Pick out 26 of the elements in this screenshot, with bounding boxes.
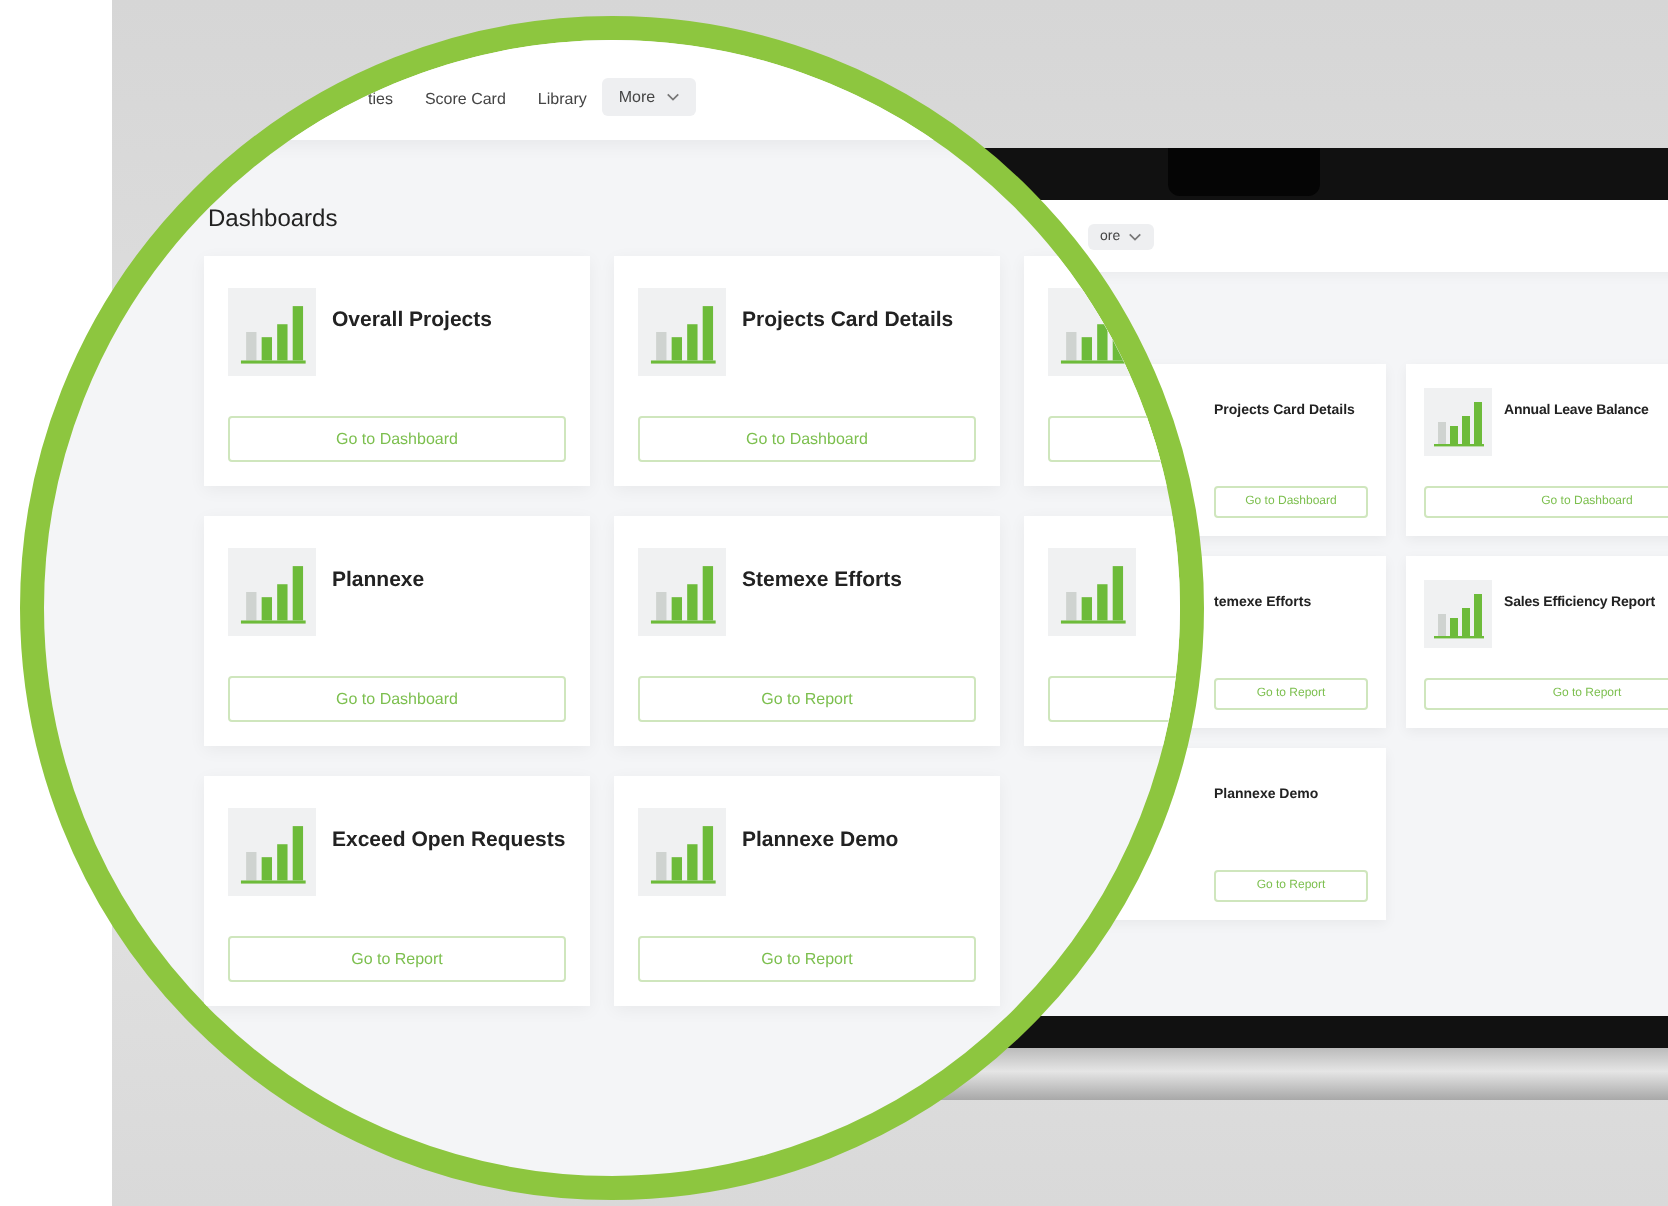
bar-chart-icon: [1424, 388, 1492, 456]
bar-chart-icon: [228, 548, 316, 636]
nav-item[interactable]: Library: [533, 82, 591, 116]
card-link-button[interactable]: Go to Dashboard: [228, 676, 566, 722]
card-link-button[interactable]: Go to Dashboard: [228, 416, 566, 462]
bar-chart-icon: [1048, 548, 1136, 636]
card-title: Projects Card Details: [742, 306, 954, 336]
nav-item[interactable]: ties: [364, 82, 397, 116]
card-link-button[interactable]: Go to Report: [228, 936, 566, 982]
page-heading: Dashboards: [208, 204, 338, 232]
bar-chart-icon: [638, 548, 726, 636]
card-title: Overall Projects: [332, 306, 492, 336]
card-title: Stemexe Efforts: [742, 566, 902, 596]
card-title: Exceed Open Requests: [332, 826, 566, 856]
card-link-button[interactable]: Go to Dashboard: [638, 416, 976, 462]
card-link-button[interactable]: Go to Report: [638, 676, 976, 722]
nav-item[interactable]: Score Card: [420, 82, 510, 116]
bar-chart-icon: [638, 808, 726, 896]
card-title: Plannexe: [332, 566, 425, 596]
bar-chart-icon: [1424, 580, 1492, 648]
bar-chart-icon: [228, 808, 316, 896]
bar-chart-icon: [228, 288, 316, 376]
bar-chart-icon: [638, 288, 726, 376]
card-link-button[interactable]: Go to Report: [638, 936, 976, 982]
nav-item[interactable]: More: [602, 78, 696, 116]
card-title: Plannexe Demo: [742, 826, 899, 856]
